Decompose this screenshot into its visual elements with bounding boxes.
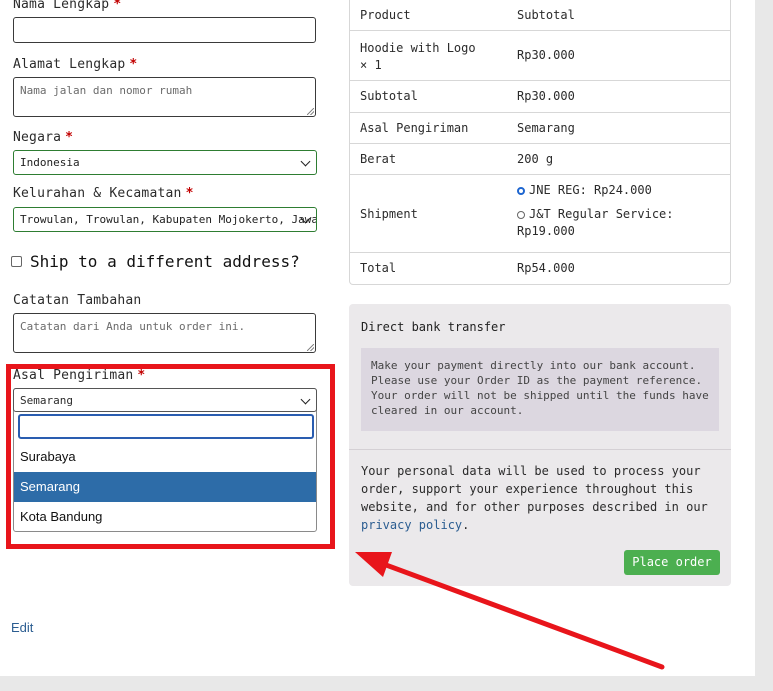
page-gutter-right [755, 0, 773, 691]
resize-grip-icon[interactable] [307, 108, 314, 115]
origin-row-label: Asal Pengiriman [360, 121, 469, 135]
payment-description-line: Please use your Order ID as the payment … [371, 374, 703, 387]
address-placeholder: Nama jalan dan nomor rumah [20, 84, 193, 97]
shipment-option-jnt[interactable]: J&T Regular Service: Rp19.000 [517, 206, 674, 240]
item-name: Hoodie with Logo × 1 [360, 40, 476, 74]
subtotal-row: Subtotal Rp30.000 [350, 80, 730, 113]
privacy-policy-link[interactable]: privacy policy [361, 518, 462, 532]
weight-value: 200 g [517, 152, 554, 166]
notes-placeholder: Catatan dari Anda untuk order ini. [20, 320, 246, 333]
weight-row: Berat 200 g [350, 143, 730, 175]
privacy-notice: Your personal data will be used to proce… [361, 462, 721, 534]
total-value: Rp54.000 [517, 261, 575, 275]
place-order-button[interactable]: Place order [624, 550, 720, 575]
page-gutter-bottom [0, 676, 773, 691]
country-select[interactable]: Indonesia [13, 150, 317, 175]
total-row: Total Rp54.000 [350, 252, 730, 285]
shipment-option-jnt-label: J&T Regular Service: [529, 207, 674, 221]
subtotal-value: Rp30.000 [517, 89, 575, 103]
order-review-table: Product Subtotal Hoodie with Logo × 1 Rp… [349, 0, 731, 285]
notes-textarea[interactable]: Catatan dari Anda untuk order ini. [13, 313, 316, 353]
edit-link[interactable]: Edit [11, 620, 33, 635]
shipment-option-jnt-price: Rp19.000 [517, 224, 575, 238]
annotation-highlight-box [6, 364, 335, 549]
header-subtotal: Subtotal [517, 8, 575, 22]
shipment-option-jne-label: JNE REG: Rp24.000 [529, 183, 652, 197]
payment-description-line: Make your payment directly into our bank… [371, 359, 696, 372]
total-label: Total [360, 261, 397, 275]
payment-description-line: cleared in our account. [371, 404, 524, 417]
item-name-line: Hoodie with Logo [360, 41, 476, 55]
item-quantity: × 1 [360, 58, 382, 72]
weight-label: Berat [360, 152, 397, 166]
country-label: Negara * [13, 130, 74, 145]
payment-method-title: Direct bank transfer [361, 320, 506, 334]
radio-unchecked-icon[interactable] [517, 210, 525, 219]
payment-box: Direct bank transfer Make your payment d… [349, 304, 731, 586]
full-name-label: Nama Lengkap * [13, 0, 122, 12]
subtotal-label: Subtotal [360, 89, 418, 103]
ship-different-label: Ship to a different address? [30, 252, 300, 271]
origin-row: Asal Pengiriman Semarang [350, 112, 730, 144]
district-select[interactable]: Trowulan, Trowulan, Kabupaten Mojokerto,… [13, 207, 317, 232]
shipment-option-jne[interactable]: JNE REG: Rp24.000 [517, 183, 652, 197]
payment-divider [349, 449, 731, 450]
shipment-label: Shipment [360, 207, 418, 221]
notes-label: Catatan Tambahan [13, 293, 142, 308]
shipment-row: Shipment JNE REG: Rp24.000 J&T Regular S… [350, 174, 730, 253]
resize-grip-icon[interactable] [307, 344, 314, 351]
address-label: Alamat Lengkap * [13, 57, 138, 72]
header-product: Product [360, 8, 411, 22]
full-name-input[interactable] [13, 17, 316, 43]
address-textarea[interactable]: Nama jalan dan nomor rumah [13, 77, 316, 117]
district-value: Trowulan, Trowulan, Kabupaten Mojokerto,… [20, 213, 317, 226]
district-label: Kelurahan & Kecamatan * [13, 186, 194, 201]
privacy-end: . [462, 518, 470, 532]
payment-description-line: Your order will not be shipped until the… [371, 389, 709, 402]
chevron-down-icon [300, 156, 311, 167]
ship-different-checkbox[interactable] [11, 256, 22, 267]
item-price: Rp30.000 [517, 48, 575, 62]
country-value: Indonesia [20, 156, 80, 169]
origin-row-value: Semarang [517, 121, 575, 135]
radio-checked-icon[interactable] [517, 186, 525, 195]
privacy-text: Your personal data will be used to proce… [361, 464, 708, 514]
payment-description: Make your payment directly into our bank… [361, 348, 719, 431]
order-item-row: Hoodie with Logo × 1 Rp30.000 [350, 30, 730, 81]
